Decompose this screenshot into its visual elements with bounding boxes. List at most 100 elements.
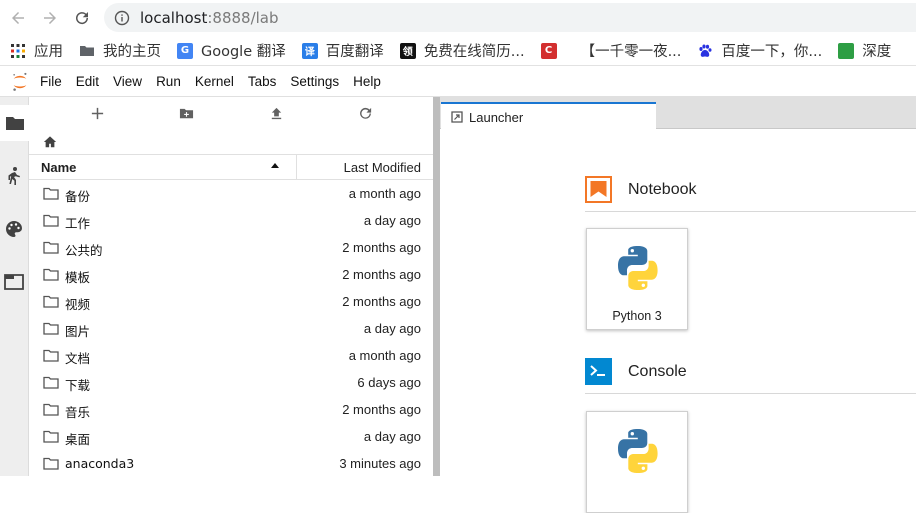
menu-tabs[interactable]: Tabs xyxy=(248,74,287,89)
new-folder-button[interactable] xyxy=(175,103,197,123)
menu-view[interactable]: View xyxy=(113,74,152,89)
file-row[interactable]: 下载 6 days ago xyxy=(29,369,433,396)
refresh-button[interactable] xyxy=(354,103,376,123)
google-translate-icon: G xyxy=(177,42,193,59)
panel-splitter[interactable] xyxy=(433,97,440,476)
tab-launcher[interactable]: Launcher xyxy=(441,102,656,130)
card-label: Python 3 xyxy=(612,309,662,323)
back-button[interactable] xyxy=(6,6,30,30)
bookmark-homepage[interactable]: 我的主页 xyxy=(79,40,161,61)
red-c-icon: C xyxy=(540,42,557,59)
folder-icon xyxy=(43,322,59,335)
left-sidebar-tabs xyxy=(0,97,29,476)
file-row[interactable]: 工作 a day ago xyxy=(29,207,433,234)
new-launcher-button[interactable] xyxy=(86,103,108,123)
sort-ascending-icon xyxy=(271,163,279,168)
bookmark-google-translate[interactable]: G Google 翻译 xyxy=(177,40,286,61)
file-row[interactable]: 视频 2 months ago xyxy=(29,288,433,315)
reload-icon xyxy=(76,12,89,25)
launcher-card-python3-console[interactable] xyxy=(586,411,688,513)
file-row[interactable]: 文档 a month ago xyxy=(29,342,433,369)
menu-settings[interactable]: Settings xyxy=(290,74,349,89)
lingoes-icon: 领 xyxy=(399,42,416,59)
file-modified: 3 minutes ago xyxy=(339,456,421,471)
launcher-card-python3-notebook[interactable]: Python 3 xyxy=(586,228,688,330)
info-icon[interactable] xyxy=(114,10,130,26)
file-row[interactable]: 公共的 2 months ago xyxy=(29,234,433,261)
file-modified: 2 months ago xyxy=(342,294,421,309)
file-row[interactable]: anaconda3 3 minutes ago xyxy=(29,450,433,477)
file-name: anaconda3 xyxy=(65,456,135,471)
file-browser-toolbar xyxy=(29,97,433,129)
folder-icon xyxy=(43,214,59,227)
file-row[interactable]: 备份 a month ago xyxy=(29,180,433,207)
launcher: Notebook Python 3 Console xyxy=(440,130,916,513)
file-name: 下载 xyxy=(65,378,91,393)
column-divider[interactable] xyxy=(296,155,297,180)
address-bar[interactable]: localhost:8888/lab xyxy=(104,3,916,32)
green-leaf-icon xyxy=(838,42,855,59)
menu-help[interactable]: Help xyxy=(353,74,391,89)
bookmark-label: 应用 xyxy=(34,44,63,60)
bookmark-1001-nights[interactable]: 【一千零一夜... xyxy=(581,40,682,61)
file-modified: 6 days ago xyxy=(357,375,421,390)
bookmark-label: 百度一下，你... xyxy=(721,44,823,60)
file-name: 视频 xyxy=(65,297,91,312)
file-row[interactable]: 桌面 a day ago xyxy=(29,423,433,450)
bookmark-red-c[interactable]: C xyxy=(540,42,565,59)
file-browser-tab[interactable] xyxy=(0,105,29,141)
bookmark-resume[interactable]: 领 免费在线简历... xyxy=(399,40,525,61)
arrow-right-icon xyxy=(44,12,56,24)
menu-run[interactable]: Run xyxy=(156,74,191,89)
file-list: 备份 a month ago 工作 a day ago 公共的 2 months ago 模… xyxy=(29,180,433,477)
tab-window-icon xyxy=(4,274,24,290)
plus-icon xyxy=(91,107,103,119)
bookmark-deepin[interactable]: 深度 xyxy=(838,40,891,61)
home-icon[interactable] xyxy=(43,135,57,149)
file-modified: a month ago xyxy=(348,348,421,363)
file-modified: a day ago xyxy=(363,213,421,228)
column-header-name[interactable]: Name xyxy=(41,160,76,175)
folder-icon xyxy=(43,376,59,389)
jupyter-menubar: File Edit View Run Kernel Tabs Settings … xyxy=(0,67,916,97)
file-modified: 2 months ago xyxy=(342,240,421,255)
folder-icon xyxy=(43,187,59,200)
arrow-left-icon xyxy=(12,12,24,24)
file-name: 文档 xyxy=(65,351,91,366)
menu-file[interactable]: File xyxy=(40,74,72,89)
forward-button[interactable] xyxy=(38,6,62,30)
url-path: :8888/lab xyxy=(207,8,279,27)
file-name: 公共的 xyxy=(65,243,103,258)
open-tabs-tab[interactable] xyxy=(0,264,28,300)
reload-button[interactable] xyxy=(70,6,94,30)
file-modified: 2 months ago xyxy=(342,267,421,282)
console-section-icon xyxy=(585,358,612,385)
running-icon xyxy=(8,167,20,185)
commands-tab[interactable] xyxy=(0,211,28,247)
file-row[interactable]: 图片 a day ago xyxy=(29,315,433,342)
bookmark-baidu-translate[interactable]: 译 百度翻译 xyxy=(301,40,384,61)
folder-icon xyxy=(79,43,95,59)
bookmark-apps[interactable]: 应用 xyxy=(10,40,63,61)
file-name: 桌面 xyxy=(65,432,91,447)
file-name: 工作 xyxy=(65,216,91,231)
file-row[interactable]: 模板 2 months ago xyxy=(29,261,433,288)
divider xyxy=(585,211,916,212)
bookmark-baidu[interactable]: 百度一下，你... xyxy=(697,40,822,61)
browser-toolbar: localhost:8888/lab xyxy=(0,0,916,36)
menu-kernel[interactable]: Kernel xyxy=(195,74,244,89)
main-area: Launcher Notebook Python 3 Console xyxy=(440,97,916,513)
folder-icon xyxy=(43,349,59,362)
bookmark-label: 【一千零一夜... xyxy=(580,44,682,60)
breadcrumb xyxy=(43,135,57,149)
file-list-header: Name Last Modified xyxy=(29,154,433,180)
folder-icon xyxy=(43,268,59,281)
folder-icon xyxy=(43,430,59,443)
upload-button[interactable] xyxy=(265,103,287,123)
menu-edit[interactable]: Edit xyxy=(76,74,109,89)
folder-icon xyxy=(43,457,59,470)
running-tab[interactable] xyxy=(0,158,28,194)
python-logo-icon xyxy=(618,429,658,473)
file-row[interactable]: 音乐 2 months ago xyxy=(29,396,433,423)
column-header-modified[interactable]: Last Modified xyxy=(344,160,421,175)
